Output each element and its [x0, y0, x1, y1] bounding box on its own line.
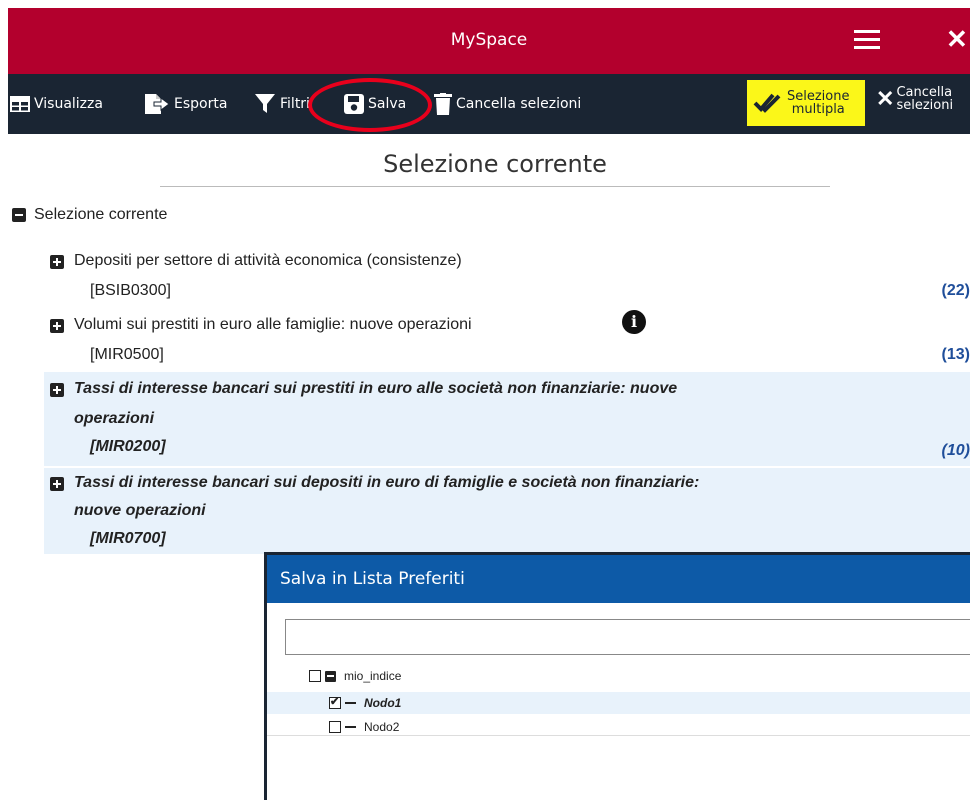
- item-title-line2: nuove operazioni: [74, 502, 206, 519]
- trash-icon: [434, 93, 452, 115]
- filter-icon: [255, 94, 275, 113]
- expand-icon[interactable]: [50, 477, 64, 491]
- item-code: [BSIB0300]: [90, 282, 171, 299]
- list-item-selected[interactable]: Tassi di interesse bancari sui prestiti …: [44, 372, 970, 466]
- table-icon: [10, 96, 30, 112]
- tree-root[interactable]: Selezione corrente: [12, 206, 167, 224]
- expand-icon[interactable]: [50, 319, 64, 333]
- leaf-dash-icon: [345, 702, 356, 704]
- visualizza-button[interactable]: Visualizza: [10, 92, 103, 116]
- item-count[interactable]: (22): [942, 282, 970, 300]
- item-title: Depositi per settore di attività economi…: [74, 252, 462, 269]
- cancella-selezioni-button[interactable]: Cancella selezioni: [434, 92, 581, 116]
- list-item[interactable]: Volumi sui prestiti in euro alle famigli…: [44, 312, 970, 370]
- selezione-multipla-line2: multipla: [791, 102, 845, 117]
- expand-icon[interactable]: [50, 383, 64, 397]
- item-title-line1: Tassi di interesse bancari sui depositi …: [74, 474, 700, 491]
- cancella-selezioni-line2: selezioni: [896, 98, 954, 113]
- item-code: [MIR0500]: [90, 346, 164, 363]
- visualizza-label: Visualizza: [34, 96, 103, 112]
- list-item-selected[interactable]: Tassi di interesse bancari sui depositi …: [44, 468, 970, 554]
- tree-node-selected[interactable]: Nodo1: [267, 692, 970, 714]
- esporta-label: Esporta: [174, 96, 228, 112]
- leaf-dash-icon: [345, 726, 356, 728]
- page-title: Selezione corrente: [160, 150, 830, 187]
- save-favorites-dialog: Salva in Lista Preferiti mio_indice Nodo…: [264, 552, 970, 800]
- item-count[interactable]: (13): [942, 346, 970, 364]
- node-checkbox[interactable]: [309, 670, 321, 682]
- hamburger-menu-icon[interactable]: [854, 30, 880, 50]
- favorites-name-input[interactable]: [285, 619, 970, 655]
- expand-icon[interactable]: [50, 255, 64, 269]
- save-icon: [344, 94, 364, 114]
- filtri-button[interactable]: Filtri: [254, 92, 310, 116]
- double-check-icon: [753, 93, 781, 113]
- item-title-line2: operazioni: [74, 410, 155, 427]
- node-label: Nodo1: [364, 696, 402, 710]
- app-title: MySpace: [450, 30, 528, 50]
- selezione-multipla-button[interactable]: Selezione multipla: [747, 80, 865, 126]
- salva-label: Salva: [368, 96, 407, 112]
- cancella-selezioni-label: Cancella selezioni: [456, 96, 582, 112]
- item-code: [MIR0200]: [90, 438, 166, 455]
- cancella-selezioni-right-button[interactable]: ✕ Cancella selezioni: [876, 86, 953, 112]
- dialog-title: Salva in Lista Preferiti: [267, 555, 970, 603]
- node-checkbox-checked[interactable]: [329, 695, 341, 709]
- item-count[interactable]: (10): [942, 442, 970, 460]
- tree-node[interactable]: mio_indice: [267, 665, 970, 687]
- collapse-icon[interactable]: [325, 670, 336, 682]
- item-code: [MIR0700]: [90, 530, 166, 547]
- divider: [267, 735, 970, 736]
- collapse-icon[interactable]: [12, 208, 26, 222]
- x-icon: ✕: [876, 86, 895, 111]
- close-icon[interactable]: ✕: [946, 22, 968, 56]
- esporta-button[interactable]: Esporta: [144, 92, 227, 116]
- item-title: Volumi sui prestiti in euro alle famigli…: [74, 316, 472, 333]
- list-item[interactable]: Depositi per settore di attività economi…: [44, 250, 970, 308]
- salva-button[interactable]: Salva: [344, 92, 406, 116]
- node-label: Nodo2: [364, 720, 400, 734]
- item-title-line1: Tassi di interesse bancari sui prestiti …: [74, 380, 678, 397]
- tree-root-label: Selezione corrente: [34, 206, 168, 223]
- filtri-label: Filtri: [280, 96, 310, 112]
- node-checkbox[interactable]: [329, 721, 341, 733]
- export-icon: [145, 94, 170, 114]
- title-bar: MySpace ✕: [8, 8, 970, 74]
- node-label: mio_indice: [344, 669, 402, 683]
- info-icon[interactable]: i: [622, 310, 646, 334]
